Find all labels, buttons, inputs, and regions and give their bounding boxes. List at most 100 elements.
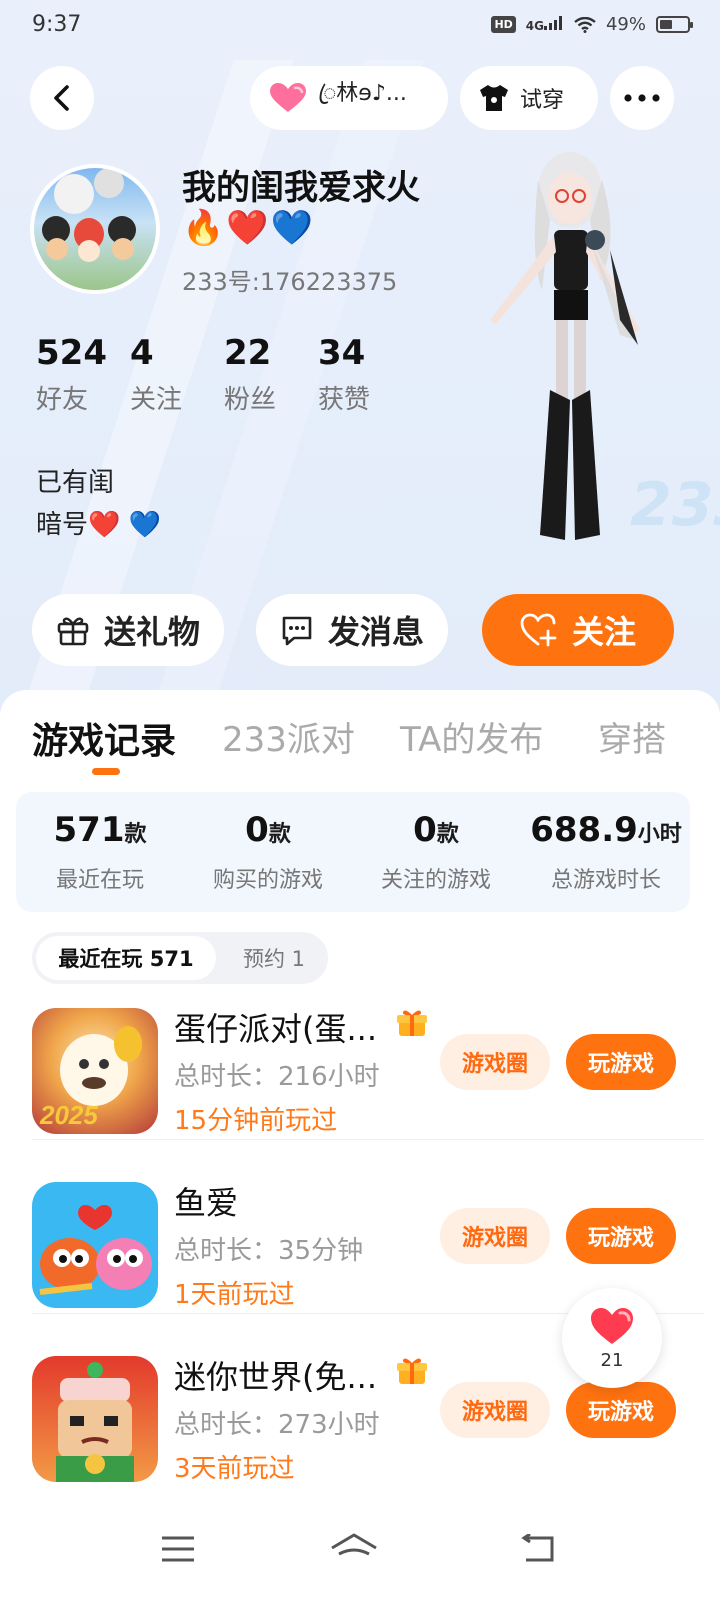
like-count: 21 [600,1349,624,1371]
tab-bar: 游戏记录 233派对 TA的发布 穿搭 [0,690,720,790]
signal-icon: 4G [526,16,564,33]
more-button[interactable] [610,66,674,130]
send-gift-label: 送礼物 [103,613,200,651]
content-panel: 游戏记录 233派对 TA的发布 穿搭 571款 最近在玩 0款 购买的游戏 0… [0,690,720,1600]
heart-icon [270,83,306,112]
segment-recent[interactable]: 最近在玩 571 [36,936,216,980]
bio-line: 暗号❤️ 💙 [36,510,162,540]
try-on-label: 试穿 [520,88,565,113]
game-last-played: 15分钟前玩过 [174,1106,338,1136]
summary-followed[interactable]: 0款 关注的游戏 [352,810,520,894]
summary-label: 购买的游戏 [212,868,323,893]
music-button[interactable]: ꦿ林ɘ♪... [250,66,448,130]
gift-badge-icon [397,1010,427,1036]
game-last-played: 3天前玩过 [174,1454,295,1484]
game-icon[interactable]: 2025 [32,1008,158,1134]
hd-icon: HD [491,16,516,33]
user-bio: 已有闺 暗号❤️ 💙 [36,462,161,546]
summary-unit: 小时 [637,822,682,847]
row-divider [32,1139,704,1140]
user-id: 233号:176223375 [182,268,398,296]
follow-label: 关注 [571,613,636,651]
menu-icon[interactable] [148,1524,208,1574]
summary-label: 最近在玩 [55,868,144,893]
bio-line: 已有闺 [36,468,115,498]
game-duration: 总时长：35分钟 [174,1236,364,1266]
game-icon[interactable] [32,1356,158,1482]
stat-value: 4 [130,333,154,373]
send-gift-button[interactable]: 送礼物 [32,594,224,666]
stat-label: 粉丝 [224,385,277,415]
summary-value: 688.9 [530,810,638,850]
home-icon[interactable] [324,1524,384,1574]
back-button[interactable] [30,66,94,130]
summary-purchased[interactable]: 0款 购买的游戏 [184,810,352,894]
svg-text:2025: 2025 [39,1100,98,1130]
stat-fans[interactable]: 22 粉丝 [224,333,318,416]
status-icons: HD 4G 49% [491,14,693,35]
game-duration: 总时长：216小时 [174,1062,380,1092]
stat-value: 524 [36,333,107,373]
user-name: 我的闺我爱求火 [182,168,420,208]
gift-badge-icon [397,1358,427,1384]
game-title: 蛋仔派对(蛋... [174,1010,378,1048]
game-icon[interactable] [32,1182,158,1308]
stat-value: 34 [318,333,366,373]
tab-outfits[interactable]: 穿搭 [598,712,666,761]
stat-label: 关注 [130,385,183,415]
stat-value: 22 [224,333,272,373]
stat-likes[interactable]: 34 获赞 [318,333,412,416]
game-title: 迷你世界(免... [174,1358,378,1396]
summary-unit: 款 [436,822,459,847]
game-duration: 总时长：273小时 [174,1410,380,1440]
summary-unit: 款 [268,822,291,847]
game-title: 鱼爱 [174,1184,239,1222]
summary-value: 571 [53,810,125,850]
play-game-button[interactable]: 玩游戏 [566,1208,676,1264]
follow-button[interactable]: 关注 [482,594,674,666]
battery-percent: 49% [605,14,646,35]
status-bar: 9:37 HD 4G 49% [0,0,720,56]
game-circle-button[interactable]: 游戏圈 [440,1208,550,1264]
summary-unit: 款 [124,822,147,847]
segment-reserve[interactable]: 预约 1 [228,936,320,980]
system-nav-bar [0,1500,720,1600]
music-label: ꦿ林ɘ♪... [318,81,407,106]
play-game-button[interactable]: 玩游戏 [566,1034,676,1090]
send-message-button[interactable]: 发消息 [256,594,448,666]
game-last-played: 1天前玩过 [174,1280,295,1310]
avatar[interactable] [30,164,160,294]
more-dots-icon [624,94,660,102]
chat-bubble-icon [282,616,312,646]
tab-game-records[interactable]: 游戏记录 [32,712,176,764]
summary-label: 总游戏时长 [550,868,661,893]
try-on-button[interactable]: 试穿 [460,66,598,130]
send-message-label: 发消息 [327,613,424,651]
battery-icon [656,16,693,33]
play-game-button[interactable]: 玩游戏 [566,1382,676,1438]
gift-icon [57,617,89,646]
heart-plus-icon [520,613,557,647]
tab-233-party[interactable]: 233派对 [222,712,355,761]
game-circle-button[interactable]: 游戏圈 [440,1382,550,1438]
game-row[interactable]: 2025 蛋仔派对(蛋... 总时长：216小时 15分钟前玩过 游戏圈 玩游戏 [32,990,704,1140]
chevron-left-icon [54,85,69,111]
tab-posts[interactable]: TA的发布 [400,712,543,761]
stat-friends[interactable]: 524 好友 [36,333,130,416]
back-icon[interactable] [508,1524,568,1574]
summary-recent[interactable]: 571款 最近在玩 [16,810,184,894]
user-emoji: 🔥❤️💙 [182,208,316,248]
heart-icon [591,1307,633,1344]
game-filter-segment: 最近在玩 571 预约 1 [32,932,328,984]
game-circle-button[interactable]: 游戏圈 [440,1034,550,1090]
profile-stats: 524 好友 4 关注 22 粉丝 34 获赞 [36,333,412,416]
network-type: 4G [525,19,544,33]
summary-playtime[interactable]: 688.9小时 总游戏时长 [516,810,696,894]
summary-label: 关注的游戏 [380,868,491,893]
summary-value: 0 [413,810,437,850]
wifi-icon [574,16,596,33]
game-summary: 571款 最近在玩 0款 购买的游戏 0款 关注的游戏 688.9小时 总游戏时… [16,792,690,912]
stat-label: 获赞 [318,385,371,415]
stat-following[interactable]: 4 关注 [130,333,224,416]
like-float-button[interactable]: 21 [562,1288,662,1388]
